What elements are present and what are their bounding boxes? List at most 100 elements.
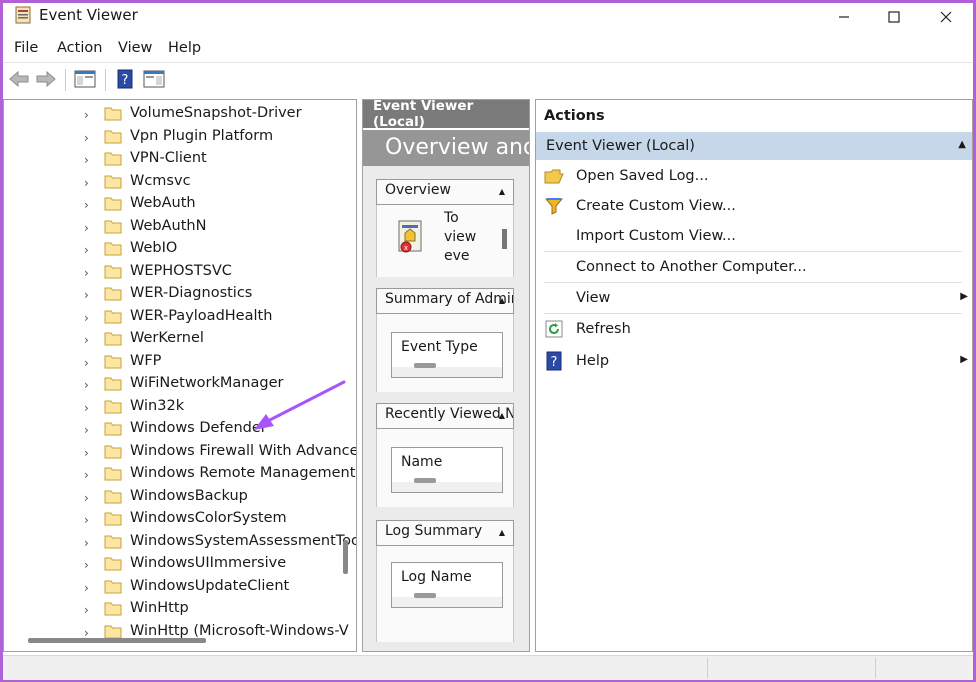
summary-section-header[interactable]: Summary of Administrativ ▲: [376, 288, 514, 314]
expand-chevron-icon[interactable]: ›: [84, 288, 89, 302]
expand-chevron-icon[interactable]: ›: [84, 468, 89, 482]
status-bar: [3, 655, 973, 680]
maximize-button[interactable]: [869, 3, 919, 31]
expand-chevron-icon[interactable]: ›: [84, 176, 89, 190]
expand-chevron-icon[interactable]: ›: [84, 536, 89, 550]
action-open-saved-log[interactable]: Open Saved Log...: [544, 162, 970, 190]
tree-item[interactable]: › WebIO: [4, 239, 344, 261]
actions-divider: [544, 313, 962, 314]
tree-horizontal-scrollbar[interactable]: [28, 638, 206, 643]
actions-section-event-viewer-local[interactable]: Event Viewer (Local) ▲: [536, 132, 972, 160]
tree-item[interactable]: › VPN-Client: [4, 149, 344, 171]
expand-chevron-icon[interactable]: ›: [84, 401, 89, 415]
expand-chevron-icon[interactable]: ›: [84, 243, 89, 257]
action-import-custom-view[interactable]: Import Custom View...: [544, 222, 970, 250]
help-icon: ?: [546, 351, 562, 371]
minimize-button[interactable]: [819, 3, 869, 31]
tree-item[interactable]: › WindowsBackup: [4, 487, 344, 509]
tree-item[interactable]: › WindowsColorSystem: [4, 509, 344, 531]
action-create-custom-view[interactable]: Create Custom View...: [544, 192, 970, 220]
toolbar-separator: [65, 69, 66, 91]
summary-section-body: Event Type: [376, 314, 514, 392]
overview-section-body: x To view eve: [376, 205, 514, 277]
log-summary-section-header[interactable]: Log Summary ▲: [376, 520, 514, 546]
menu-help[interactable]: Help: [168, 40, 201, 56]
expand-chevron-icon[interactable]: ›: [84, 266, 89, 280]
tree-vertical-scrollbar[interactable]: [343, 540, 348, 574]
expand-chevron-icon[interactable]: ›: [84, 153, 89, 167]
tree-item[interactable]: › WER-Diagnostics: [4, 284, 344, 306]
menu-action[interactable]: Action: [57, 40, 102, 56]
expand-chevron-icon[interactable]: ›: [84, 513, 89, 527]
folder-icon: [104, 377, 122, 391]
expand-chevron-icon[interactable]: ›: [84, 333, 89, 347]
overview-pane: Event Viewer (Local) Overview and Overvi…: [362, 99, 530, 652]
expand-chevron-icon[interactable]: ›: [84, 581, 89, 595]
log-summary-table[interactable]: Log Name: [391, 562, 503, 608]
collapse-caret-icon: ▲: [498, 528, 505, 537]
back-button[interactable]: [7, 67, 31, 91]
expand-chevron-icon[interactable]: ›: [84, 131, 89, 145]
tree-item-label: WerKernel: [130, 330, 204, 346]
tree-item-label: Windows Remote Management: [130, 465, 356, 481]
tree-item[interactable]: › WindowsSystemAssessmentToo: [4, 532, 356, 554]
expand-chevron-icon[interactable]: ›: [84, 356, 89, 370]
menu-bar: File Action View Help: [3, 36, 973, 60]
expand-chevron-icon[interactable]: ›: [84, 311, 89, 325]
console-tree-icon: [74, 70, 96, 88]
show-hide-action-pane-button[interactable]: [142, 67, 166, 91]
tree-item[interactable]: › VolumeSnapshot-Driver: [4, 104, 344, 126]
console-tree-pane[interactable]: › VolumeSnapshot-Driver › Vpn Plugin Platfo…: [3, 99, 357, 652]
action-view[interactable]: View ▶: [544, 284, 970, 312]
menu-file[interactable]: File: [14, 40, 38, 56]
menu-view[interactable]: View: [118, 40, 152, 56]
action-refresh[interactable]: Refresh: [544, 315, 970, 343]
forward-button[interactable]: [34, 67, 58, 91]
tree-item[interactable]: › WebAuthN: [4, 217, 344, 239]
minimize-icon: [839, 16, 849, 18]
tree-item[interactable]: › WEPHOSTSVC: [4, 262, 344, 284]
show-hide-console-tree-button[interactable]: [73, 67, 97, 91]
close-button[interactable]: [921, 3, 971, 31]
tree-item[interactable]: › Wcmsvc: [4, 172, 344, 194]
tree-item[interactable]: › WFP: [4, 352, 344, 374]
tree-item-label: Windows Firewall With Advance: [130, 442, 357, 459]
overview-scrollbar[interactable]: [502, 229, 507, 249]
expand-chevron-icon[interactable]: ›: [84, 198, 89, 212]
tree-item[interactable]: › WindowsUpdateClient: [4, 577, 344, 599]
recent-table[interactable]: Name: [391, 447, 503, 493]
expand-chevron-icon[interactable]: ›: [84, 558, 89, 572]
expand-chevron-icon[interactable]: ›: [84, 603, 89, 617]
help-toolbar-button[interactable]: ?: [113, 67, 137, 91]
expand-chevron-icon[interactable]: ›: [84, 108, 89, 122]
folder-icon: [104, 332, 122, 346]
tree-item[interactable]: › Windows Remote Management: [4, 464, 355, 486]
log-summary-section-title: Log Summary: [385, 523, 483, 539]
expand-chevron-icon[interactable]: ›: [84, 221, 89, 235]
overview-section-title: Overview: [385, 182, 451, 198]
recent-section-header[interactable]: Recently Viewed Nodes ▲: [376, 403, 514, 429]
folder-icon: [104, 197, 122, 211]
tree-item[interactable]: › WebAuth: [4, 194, 344, 216]
expand-chevron-icon[interactable]: ›: [84, 378, 89, 392]
tree-item[interactable]: › Windows Firewall With Advance: [4, 442, 356, 464]
actions-section-title: Event Viewer (Local): [546, 138, 695, 154]
close-icon: [940, 11, 952, 23]
expand-chevron-icon[interactable]: ›: [84, 423, 89, 437]
action-help[interactable]: ? Help ▶: [544, 347, 970, 375]
actions-header: Actions: [544, 108, 605, 124]
summary-table[interactable]: Event Type: [391, 332, 503, 378]
tree-item-label: VolumeSnapshot-Driver: [130, 105, 302, 121]
expand-chevron-icon[interactable]: ›: [84, 446, 89, 460]
tree-item[interactable]: › WerKernel: [4, 329, 344, 351]
tree-item[interactable]: › Vpn Plugin Platform: [4, 127, 344, 149]
recent-section-title: Recently Viewed Nodes: [385, 406, 513, 422]
tree-item[interactable]: › WER-PayloadHealth: [4, 307, 344, 329]
action-connect-to-another-computer[interactable]: Connect to Another Computer...: [544, 253, 970, 281]
expand-chevron-icon[interactable]: ›: [84, 491, 89, 505]
tree-item[interactable]: › WinHttp: [4, 599, 344, 621]
overview-section-header[interactable]: Overview ▲: [376, 179, 514, 205]
tree-item[interactable]: › WindowsUIImmersive: [4, 554, 344, 576]
folder-icon: [104, 580, 122, 593]
svg-text:?: ?: [551, 355, 558, 370]
